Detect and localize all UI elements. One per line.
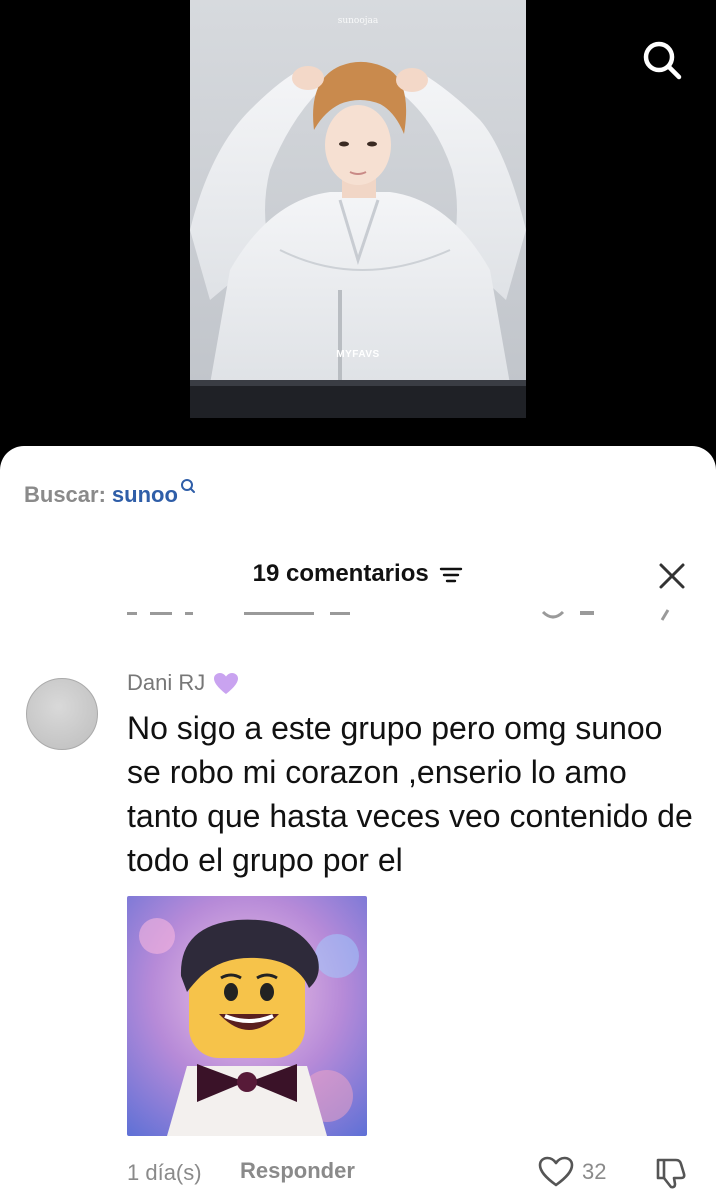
comment-count: 19 comentarios bbox=[252, 560, 429, 587]
comments-header: 19 comentarios bbox=[0, 556, 716, 596]
purple-heart-icon bbox=[214, 673, 239, 695]
comments-sheet: Buscar: sunoo 19 comentarios Dani RJ No … bbox=[0, 446, 716, 1200]
previous-comment-cutoff bbox=[0, 606, 716, 628]
comment-sticker-image[interactable] bbox=[127, 896, 367, 1136]
comment-username: Dani RJ bbox=[127, 670, 206, 695]
like-button[interactable]: 32 bbox=[538, 1156, 606, 1188]
reply-button[interactable]: Responder bbox=[240, 1158, 355, 1184]
watermark-center: MYFAVS bbox=[336, 349, 380, 360]
search-button[interactable] bbox=[638, 36, 686, 84]
search-icon bbox=[180, 479, 195, 493]
dislike-button[interactable] bbox=[654, 1156, 688, 1195]
comment-timestamp: 1 día(s) bbox=[127, 1160, 202, 1185]
comment-username-row[interactable]: Dani RJ bbox=[127, 670, 239, 696]
heart-outline-icon bbox=[538, 1156, 574, 1187]
filter-icon[interactable] bbox=[439, 565, 463, 585]
search-term[interactable]: sunoo bbox=[112, 482, 178, 508]
comment-count-row[interactable]: 19 comentarios bbox=[0, 556, 716, 592]
comment-actions: 1 día(s) Responder 32 bbox=[0, 1156, 716, 1190]
search-suggestion[interactable]: Buscar: sunoo bbox=[24, 479, 196, 508]
comment-text: No sigo a este grupo pero omg sunoo se r… bbox=[127, 710, 693, 878]
video-area[interactable]: sunoojaa MYFAVS bbox=[0, 0, 716, 460]
watermark-top: sunoojaa bbox=[337, 16, 379, 26]
search-prefix: Buscar: bbox=[24, 482, 106, 507]
thumbs-down-icon bbox=[656, 1158, 686, 1189]
close-icon bbox=[659, 563, 685, 589]
video-thumbnail[interactable]: sunoojaa MYFAVS bbox=[190, 0, 526, 418]
like-count: 32 bbox=[582, 1159, 607, 1184]
search-icon bbox=[643, 41, 682, 80]
close-button[interactable] bbox=[656, 560, 688, 592]
lego-character-image bbox=[127, 896, 367, 1136]
avatar[interactable] bbox=[26, 678, 98, 750]
